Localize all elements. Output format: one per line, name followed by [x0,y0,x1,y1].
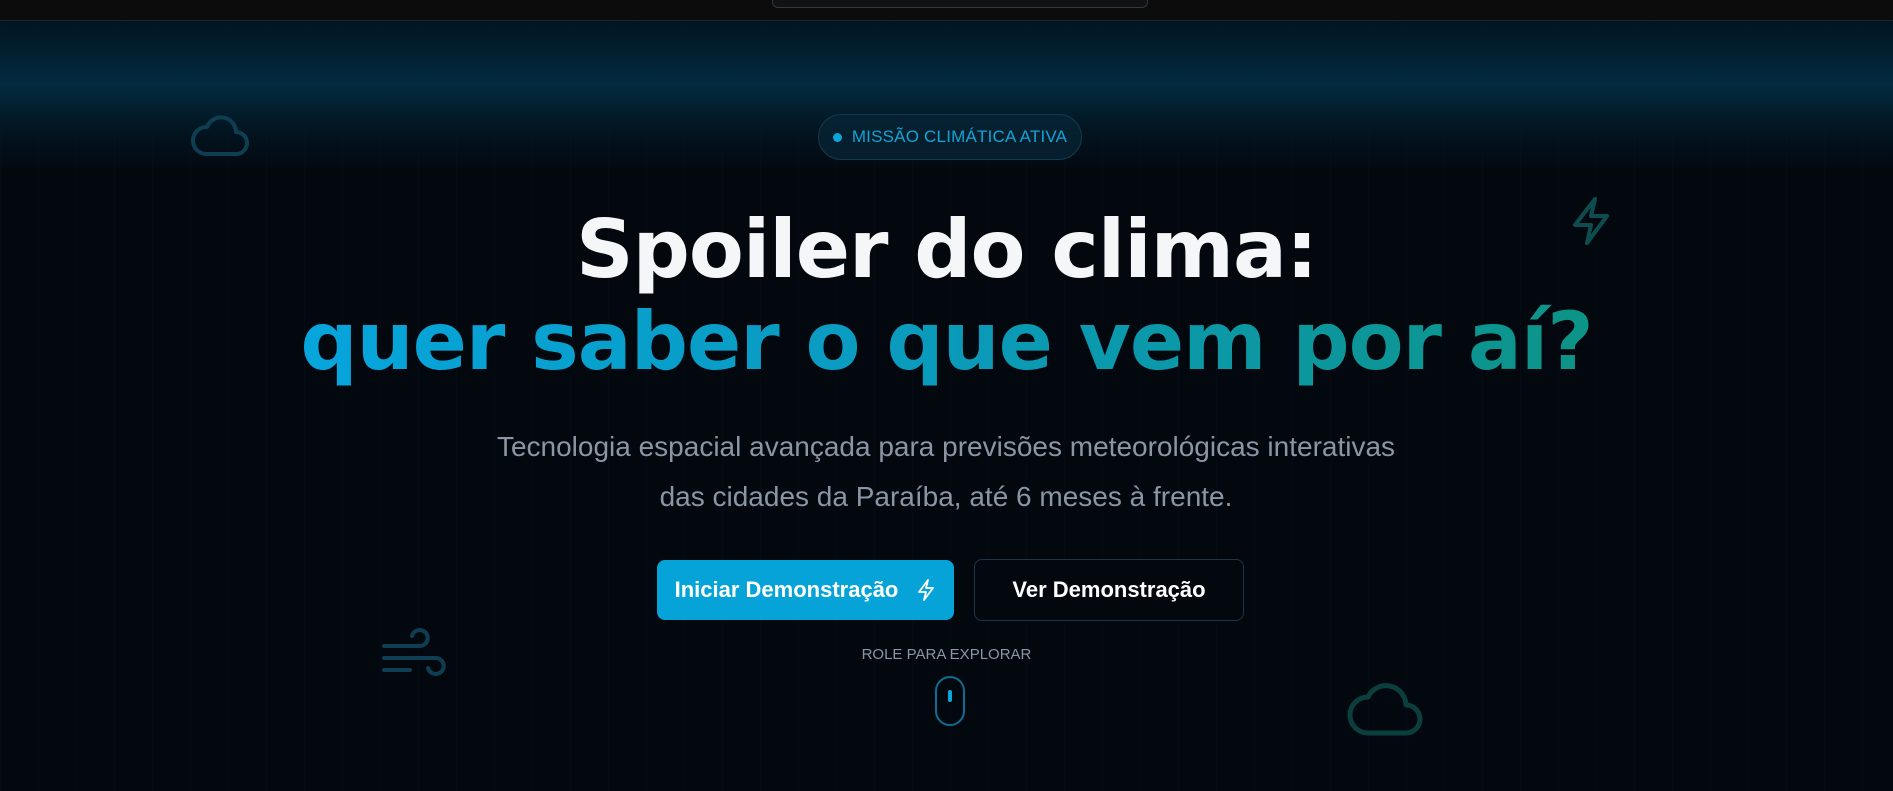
hero-subtitle-line2: das cidades da Paraíba, até 6 meses à fr… [659,481,1233,512]
hero-subtitle: Tecnologia espacial avançada para previs… [446,422,1446,522]
mouse-wheel [948,690,952,702]
top-bar-notch [772,0,1148,8]
view-demo-label: Ver Demonstração [1012,577,1206,602]
start-demo-button[interactable]: Iniciar Demonstração [657,560,954,620]
hero-subtitle-line1: Tecnologia espacial avançada para previs… [496,431,1396,462]
mouse-scroll-icon[interactable] [935,676,965,726]
hero-title-line2: quer saber o que vem por aí? [0,292,1893,392]
hero-page: MISSÃO CLIMÁTICA ATIVA Spoiler do clima:… [0,0,1893,791]
hero-title-gradient-text: quer saber o que vem por aí? [300,295,1593,388]
status-dot-icon [832,132,842,142]
lightning-icon [918,579,935,601]
view-demo-button[interactable]: Ver Demonstração [974,559,1244,621]
scroll-hint: ROLE PARA EXPLORAR [861,646,1032,663]
badge-label: MISSÃO CLIMÁTICA ATIVA [851,127,1068,146]
hero-title-line1: Spoiler do clima: [576,203,1318,296]
cloud-icon [1347,683,1423,736]
top-bar [0,0,1893,21]
mission-status-badge: MISSÃO CLIMÁTICA ATIVA [818,114,1082,160]
cloud-icon [191,115,249,156]
start-demo-label: Iniciar Demonstração [674,577,899,602]
